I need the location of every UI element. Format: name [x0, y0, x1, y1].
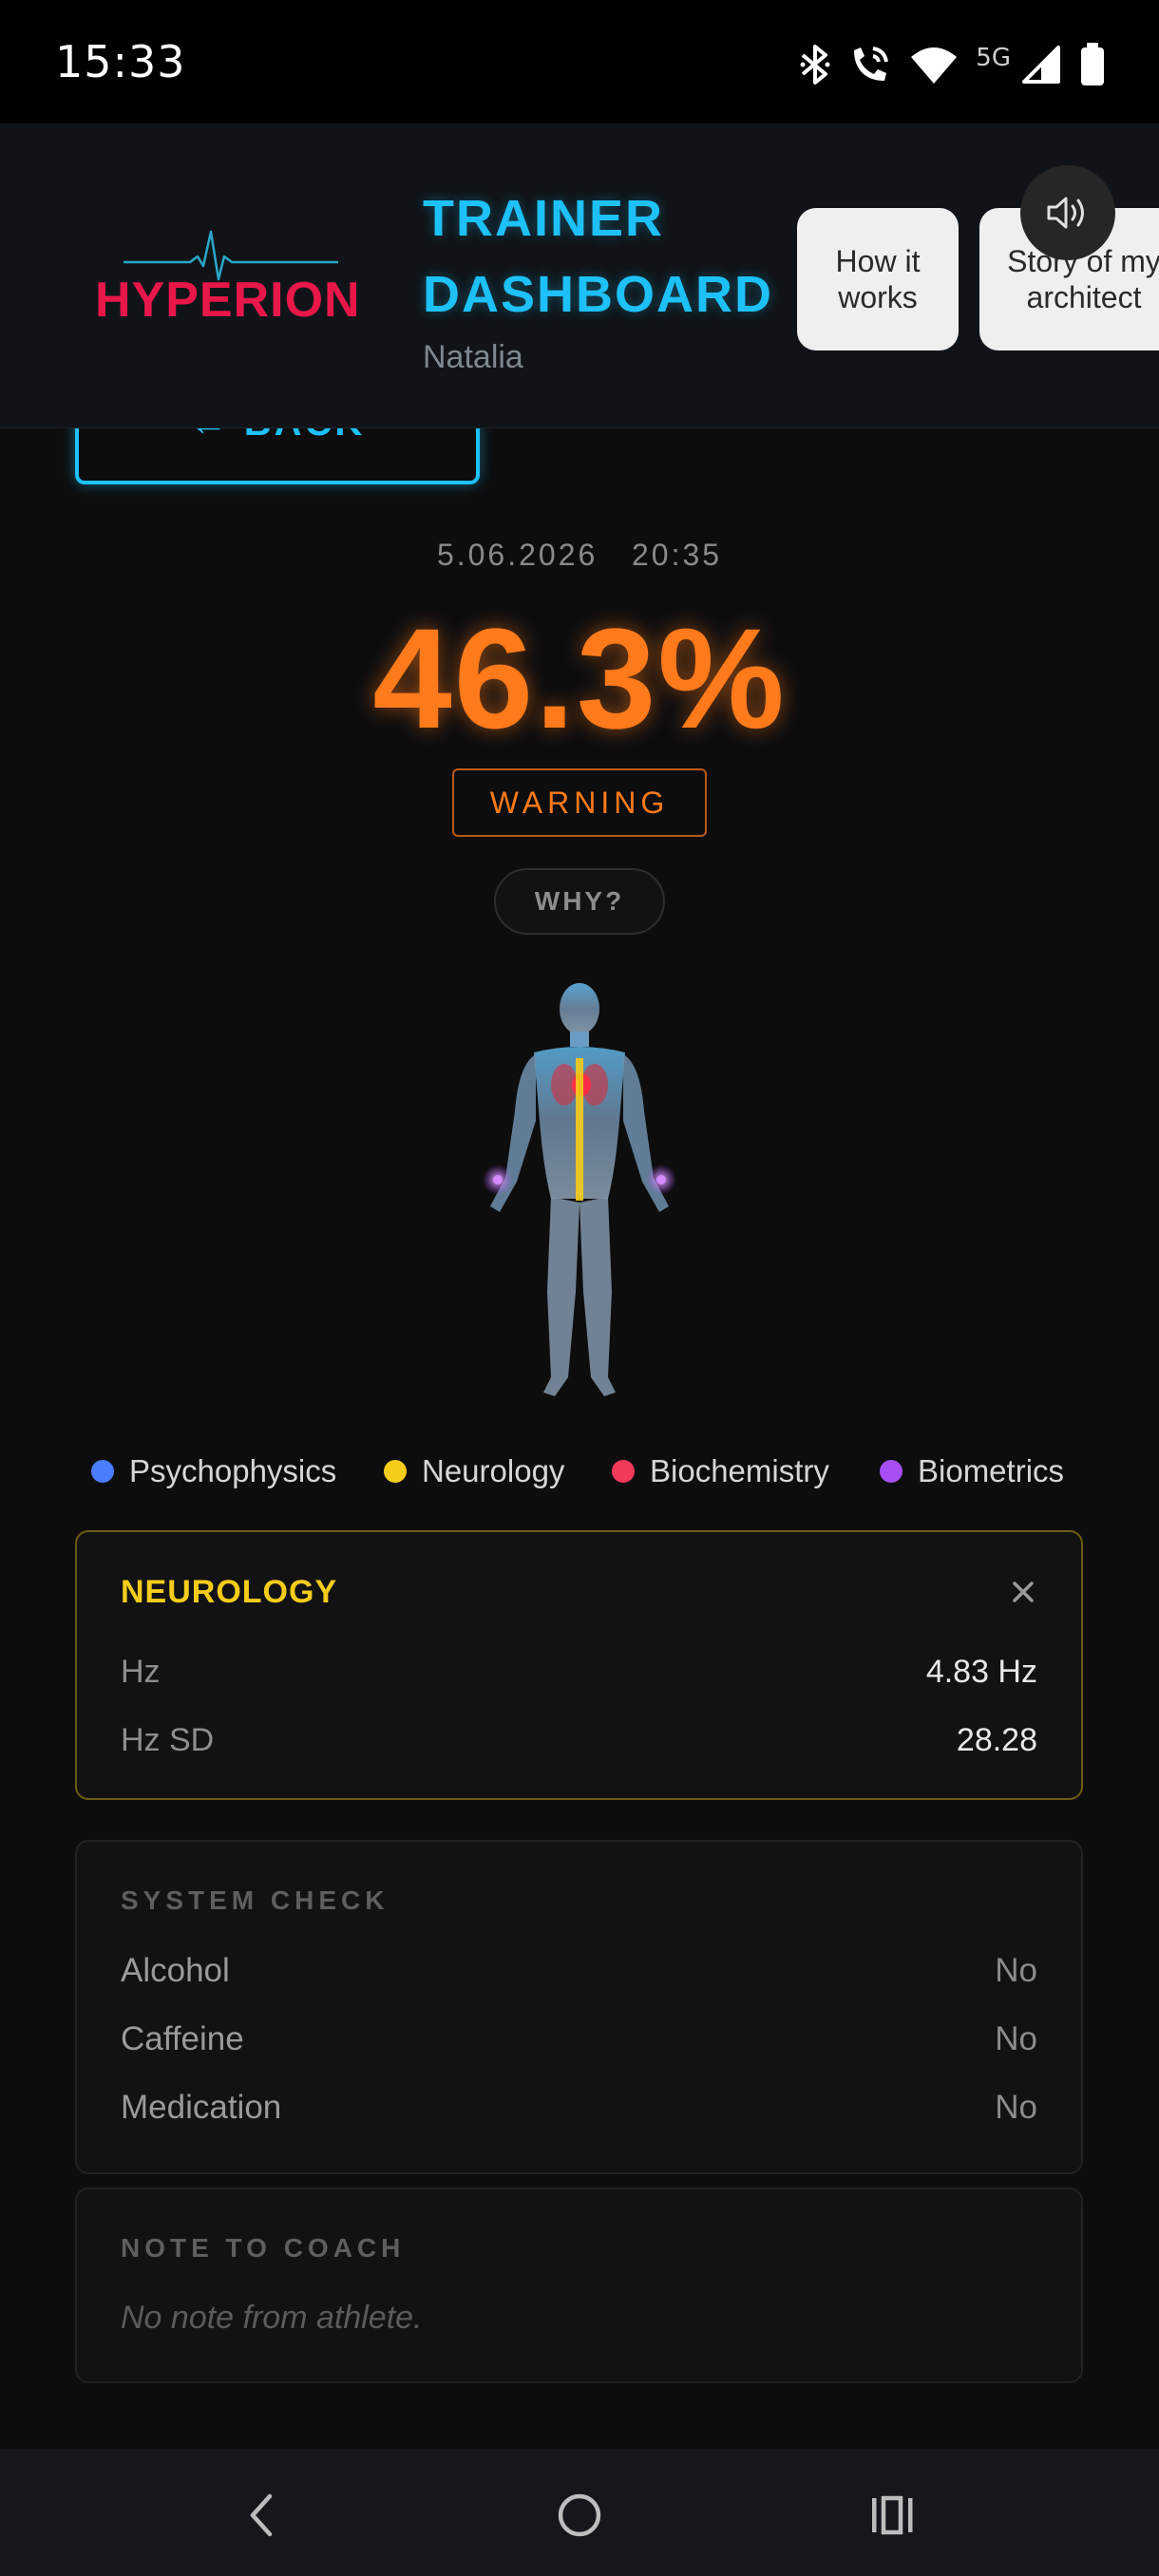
status-time: 15:33 — [55, 36, 186, 87]
reading-datetime: 5.06.2026 20:35 — [0, 538, 1159, 573]
how-it-works-button[interactable]: How it works — [797, 208, 959, 350]
signal-icon — [1020, 44, 1062, 85]
logo-text: HYPERION — [95, 273, 361, 328]
check-value: No — [995, 2089, 1037, 2126]
legend-neurology[interactable]: Neurology — [384, 1453, 564, 1489]
page-title: TRAINER DASHBOARD — [423, 180, 773, 332]
check-row-alcohol: Alcohol No — [121, 1952, 1037, 1990]
close-icon[interactable] — [1009, 1578, 1037, 1606]
status-bar: 15:33 5G — [0, 0, 1159, 123]
check-row-caffeine: Caffeine No — [121, 2020, 1037, 2058]
legend-dot — [91, 1460, 114, 1483]
neurology-card: NEUROLOGY Hz 4.83 Hz Hz SD 28.28 — [75, 1530, 1083, 1800]
check-row-medication: Medication No — [121, 2089, 1037, 2127]
legend-label: Psychophysics — [129, 1453, 337, 1488]
note-text: No note from athlete. — [121, 2300, 423, 2336]
network-type: 5G — [976, 44, 1011, 72]
system-check-title: SYSTEM CHECK — [121, 1885, 390, 1915]
how-it-works-label: How it works — [835, 244, 921, 314]
back-nav-icon[interactable] — [234, 2487, 291, 2544]
body-figure-image — [456, 978, 703, 1415]
check-value: No — [995, 1952, 1037, 1989]
battery-icon — [1079, 43, 1106, 86]
title-line-1: TRAINER — [423, 190, 664, 247]
legend-label: Neurology — [422, 1453, 565, 1488]
note-title: NOTE TO COACH — [121, 2233, 406, 2263]
legend-biometrics[interactable]: Biometrics — [880, 1453, 1064, 1489]
legend-dot — [384, 1460, 407, 1483]
note-to-coach-card: NOTE TO COACH No note from athlete. — [75, 2188, 1083, 2383]
reading-time: 20:35 — [631, 538, 723, 572]
status-icons: 5G — [799, 38, 1106, 91]
app-header: HYPERION TRAINER DASHBOARD Natalia How i… — [0, 123, 1159, 428]
metric-label: Hz — [121, 1654, 161, 1690]
title-line-2: DASHBOARD — [423, 266, 773, 323]
legend-dot — [880, 1460, 902, 1483]
wifi-call-icon — [848, 43, 892, 86]
metric-label: Hz SD — [121, 1722, 215, 1758]
check-label: Medication — [121, 2089, 282, 2126]
system-nav-bar — [0, 2449, 1159, 2576]
metric-row-hz-sd: Hz SD 28.28 — [121, 1722, 1037, 1759]
readiness-score: 46.3% — [372, 598, 787, 758]
check-label: Alcohol — [121, 1952, 230, 1989]
legend-biochemistry[interactable]: Biochemistry — [612, 1453, 829, 1489]
recents-nav-icon[interactable] — [864, 2487, 922, 2544]
neurology-title: NEUROLOGY — [121, 1574, 338, 1610]
metric-value: 4.83 Hz — [925, 1654, 1037, 1690]
check-label: Caffeine — [121, 2020, 244, 2057]
metric-value: 28.28 — [956, 1722, 1037, 1758]
system-check-card: SYSTEM CHECK Alcohol No Caffeine No Medi… — [75, 1840, 1083, 2174]
home-nav-icon[interactable] — [551, 2487, 608, 2544]
category-legend: Psychophysics Neurology Biochemistry Bio… — [0, 1453, 1159, 1491]
user-name: Natalia — [423, 339, 523, 375]
why-button[interactable]: WHY? — [494, 868, 665, 935]
bluetooth-icon — [799, 44, 831, 85]
legend-dot — [612, 1460, 635, 1483]
legend-psychophysics[interactable]: Psychophysics — [91, 1453, 336, 1489]
legend-label: Biochemistry — [650, 1453, 829, 1488]
speaker-icon — [1047, 197, 1084, 229]
metric-row-hz: Hz 4.83 Hz — [121, 1654, 1037, 1691]
check-value: No — [995, 2020, 1037, 2057]
sound-button[interactable] — [1020, 165, 1115, 260]
reading-date: 5.06.2026 — [436, 538, 598, 572]
legend-label: Biometrics — [918, 1453, 1065, 1488]
wifi-icon — [909, 44, 959, 85]
status-badge: WARNING — [452, 768, 707, 837]
